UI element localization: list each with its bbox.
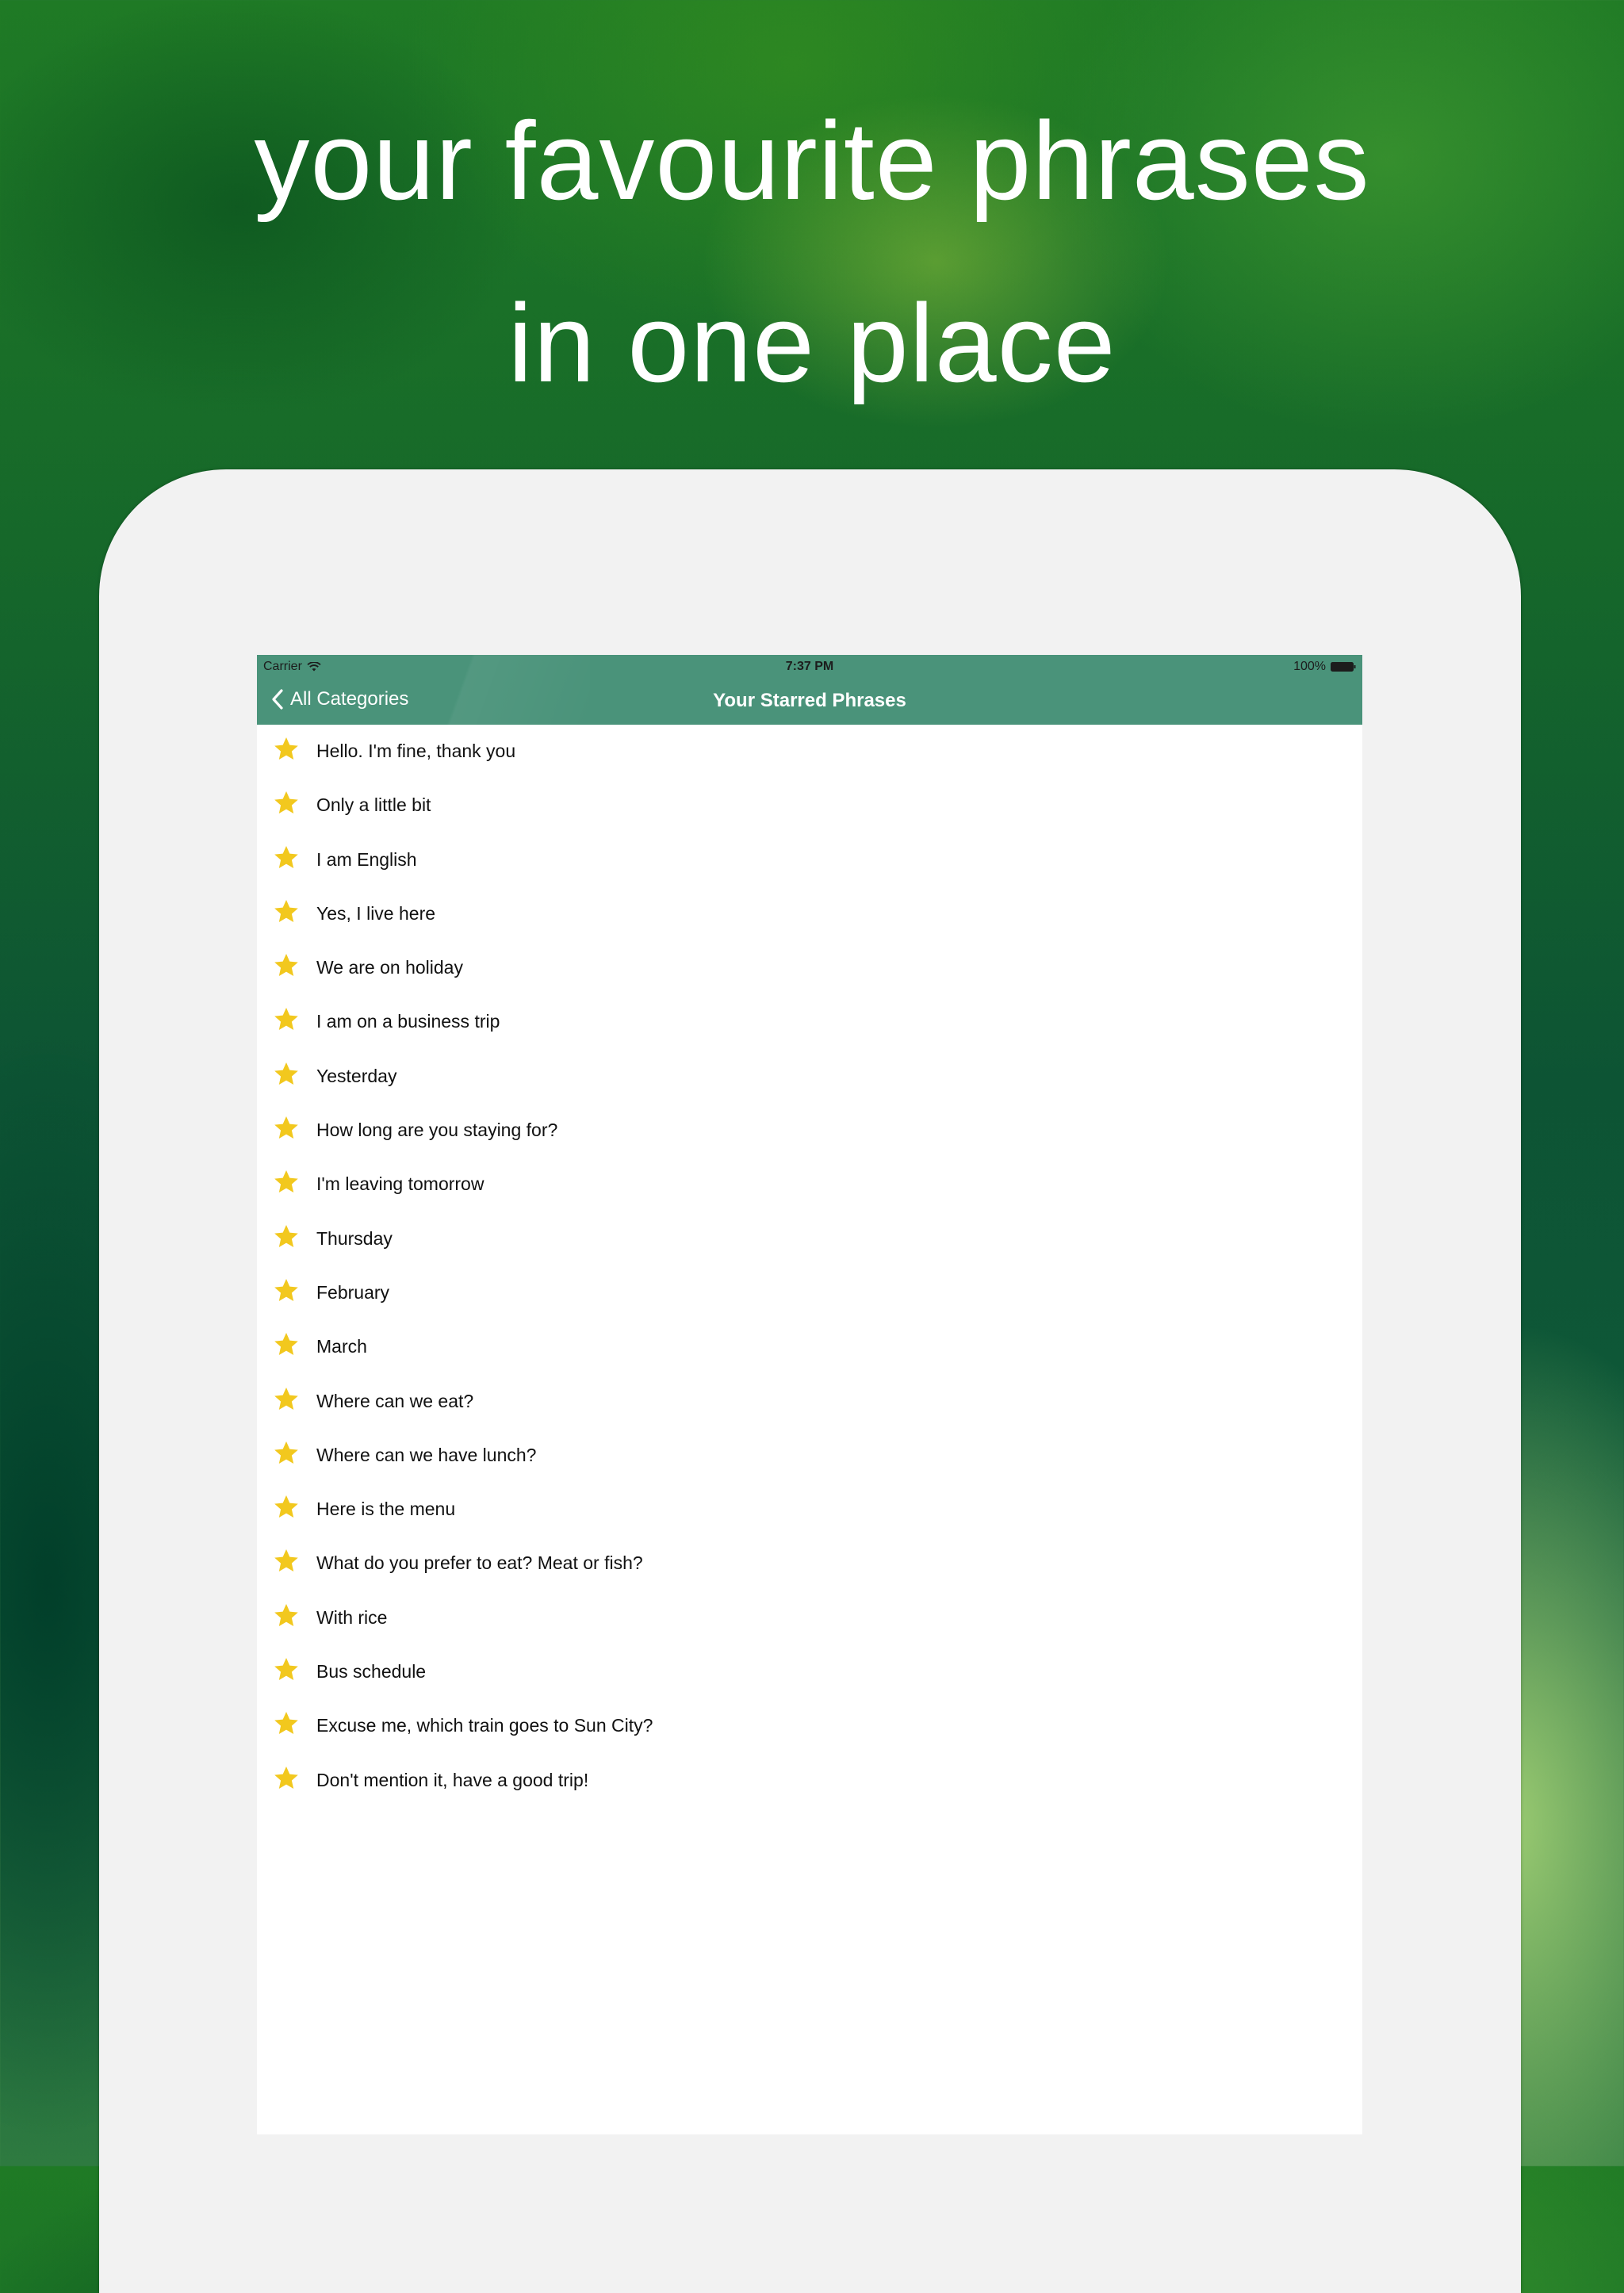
headline-line-2: in one place bbox=[508, 281, 1116, 405]
battery-icon bbox=[1331, 662, 1356, 672]
list-item[interactable]: How long are you staying for? bbox=[257, 1104, 1362, 1158]
page-title: Your Starred Phrases bbox=[713, 690, 906, 711]
star-icon[interactable] bbox=[273, 1386, 300, 1413]
phrase-text: Yesterday bbox=[316, 1065, 397, 1086]
star-icon[interactable] bbox=[273, 1169, 300, 1196]
star-icon[interactable] bbox=[273, 1656, 300, 1683]
star-icon[interactable] bbox=[273, 1602, 300, 1629]
phrase-text: Where can we have lunch? bbox=[316, 1444, 537, 1465]
star-icon[interactable] bbox=[273, 1277, 300, 1304]
phrase-list: Hello. I'm fine, thank you Only a little … bbox=[257, 725, 1362, 1808]
list-item[interactable]: We are on holiday bbox=[257, 941, 1362, 995]
app-screen: Carrier 7:37 PM 100% All Categories Your… bbox=[257, 655, 1362, 2134]
phrase-text: Thursday bbox=[316, 1227, 393, 1249]
star-icon[interactable] bbox=[273, 1494, 300, 1521]
list-item[interactable]: Bus schedule bbox=[257, 1645, 1362, 1699]
phrase-text: With rice bbox=[316, 1606, 388, 1628]
phrase-text: What do you prefer to eat? Meat or fish? bbox=[316, 1552, 643, 1574]
star-icon[interactable] bbox=[273, 1331, 300, 1358]
list-item[interactable]: February bbox=[257, 1266, 1362, 1320]
star-icon[interactable] bbox=[273, 1006, 300, 1033]
navigation-bar: Carrier 7:37 PM 100% All Categories Your… bbox=[257, 655, 1362, 725]
list-item[interactable]: I'm leaving tomorrow bbox=[257, 1158, 1362, 1212]
status-battery: 100% bbox=[1293, 660, 1356, 674]
phrase-text: I'm leaving tomorrow bbox=[316, 1173, 485, 1195]
phrase-text: March bbox=[316, 1336, 367, 1357]
phrase-text: Excuse me, which train goes to Sun City? bbox=[316, 1715, 653, 1736]
list-item[interactable]: Yesterday bbox=[257, 1050, 1362, 1104]
list-item[interactable]: Don't mention it, have a good trip! bbox=[257, 1754, 1362, 1808]
status-time: 7:37 PM bbox=[785, 660, 834, 673]
list-item[interactable]: Excuse me, which train goes to Sun City? bbox=[257, 1699, 1362, 1753]
star-icon[interactable] bbox=[273, 898, 300, 925]
star-icon[interactable] bbox=[273, 1115, 300, 1142]
phrase-text: I am English bbox=[316, 848, 417, 870]
phrase-text: Here is the menu bbox=[316, 1499, 456, 1520]
star-icon[interactable] bbox=[273, 1765, 300, 1792]
list-item[interactable]: Only a little bit bbox=[257, 779, 1362, 833]
list-item[interactable]: I am English bbox=[257, 833, 1362, 887]
star-icon[interactable] bbox=[273, 736, 300, 763]
phrase-text: February bbox=[316, 1281, 390, 1303]
list-item[interactable]: Where can we eat? bbox=[257, 1375, 1362, 1429]
headline-line-1: your favourite phrases bbox=[254, 98, 1370, 223]
star-icon[interactable] bbox=[273, 844, 300, 871]
list-item[interactable]: March bbox=[257, 1320, 1362, 1374]
phrase-text: Yes, I live here bbox=[316, 902, 436, 924]
list-item[interactable]: Where can we have lunch? bbox=[257, 1429, 1362, 1483]
phrase-text: Where can we eat? bbox=[316, 1390, 474, 1411]
phrase-text: Bus schedule bbox=[316, 1661, 427, 1682]
list-item[interactable]: Hello. I'm fine, thank you bbox=[257, 725, 1362, 779]
phrase-text: Don't mention it, have a good trip! bbox=[316, 1769, 589, 1790]
star-icon[interactable] bbox=[273, 1223, 300, 1250]
star-icon[interactable] bbox=[273, 1440, 300, 1467]
phrase-text: Only a little bit bbox=[316, 794, 431, 816]
list-item[interactable]: Here is the menu bbox=[257, 1483, 1362, 1537]
phrase-text: I am on a business trip bbox=[316, 1011, 500, 1032]
star-icon[interactable] bbox=[273, 1061, 300, 1088]
list-item[interactable]: Thursday bbox=[257, 1212, 1362, 1266]
status-bar: Carrier 7:37 PM 100% bbox=[257, 655, 1362, 679]
phrase-text: Hello. I'm fine, thank you bbox=[316, 741, 516, 761]
star-icon[interactable] bbox=[273, 790, 300, 817]
list-item[interactable]: I am on a business trip bbox=[257, 995, 1362, 1049]
battery-label: 100% bbox=[1293, 660, 1326, 673]
star-icon[interactable] bbox=[273, 1710, 300, 1737]
phrase-text: How long are you staying for? bbox=[316, 1120, 558, 1141]
list-item[interactable]: With rice bbox=[257, 1591, 1362, 1645]
star-icon[interactable] bbox=[273, 1548, 300, 1575]
star-icon[interactable] bbox=[273, 952, 300, 979]
phrase-text: We are on holiday bbox=[316, 957, 463, 978]
list-item[interactable]: Yes, I live here bbox=[257, 887, 1362, 941]
list-item[interactable]: What do you prefer to eat? Meat or fish? bbox=[257, 1537, 1362, 1591]
